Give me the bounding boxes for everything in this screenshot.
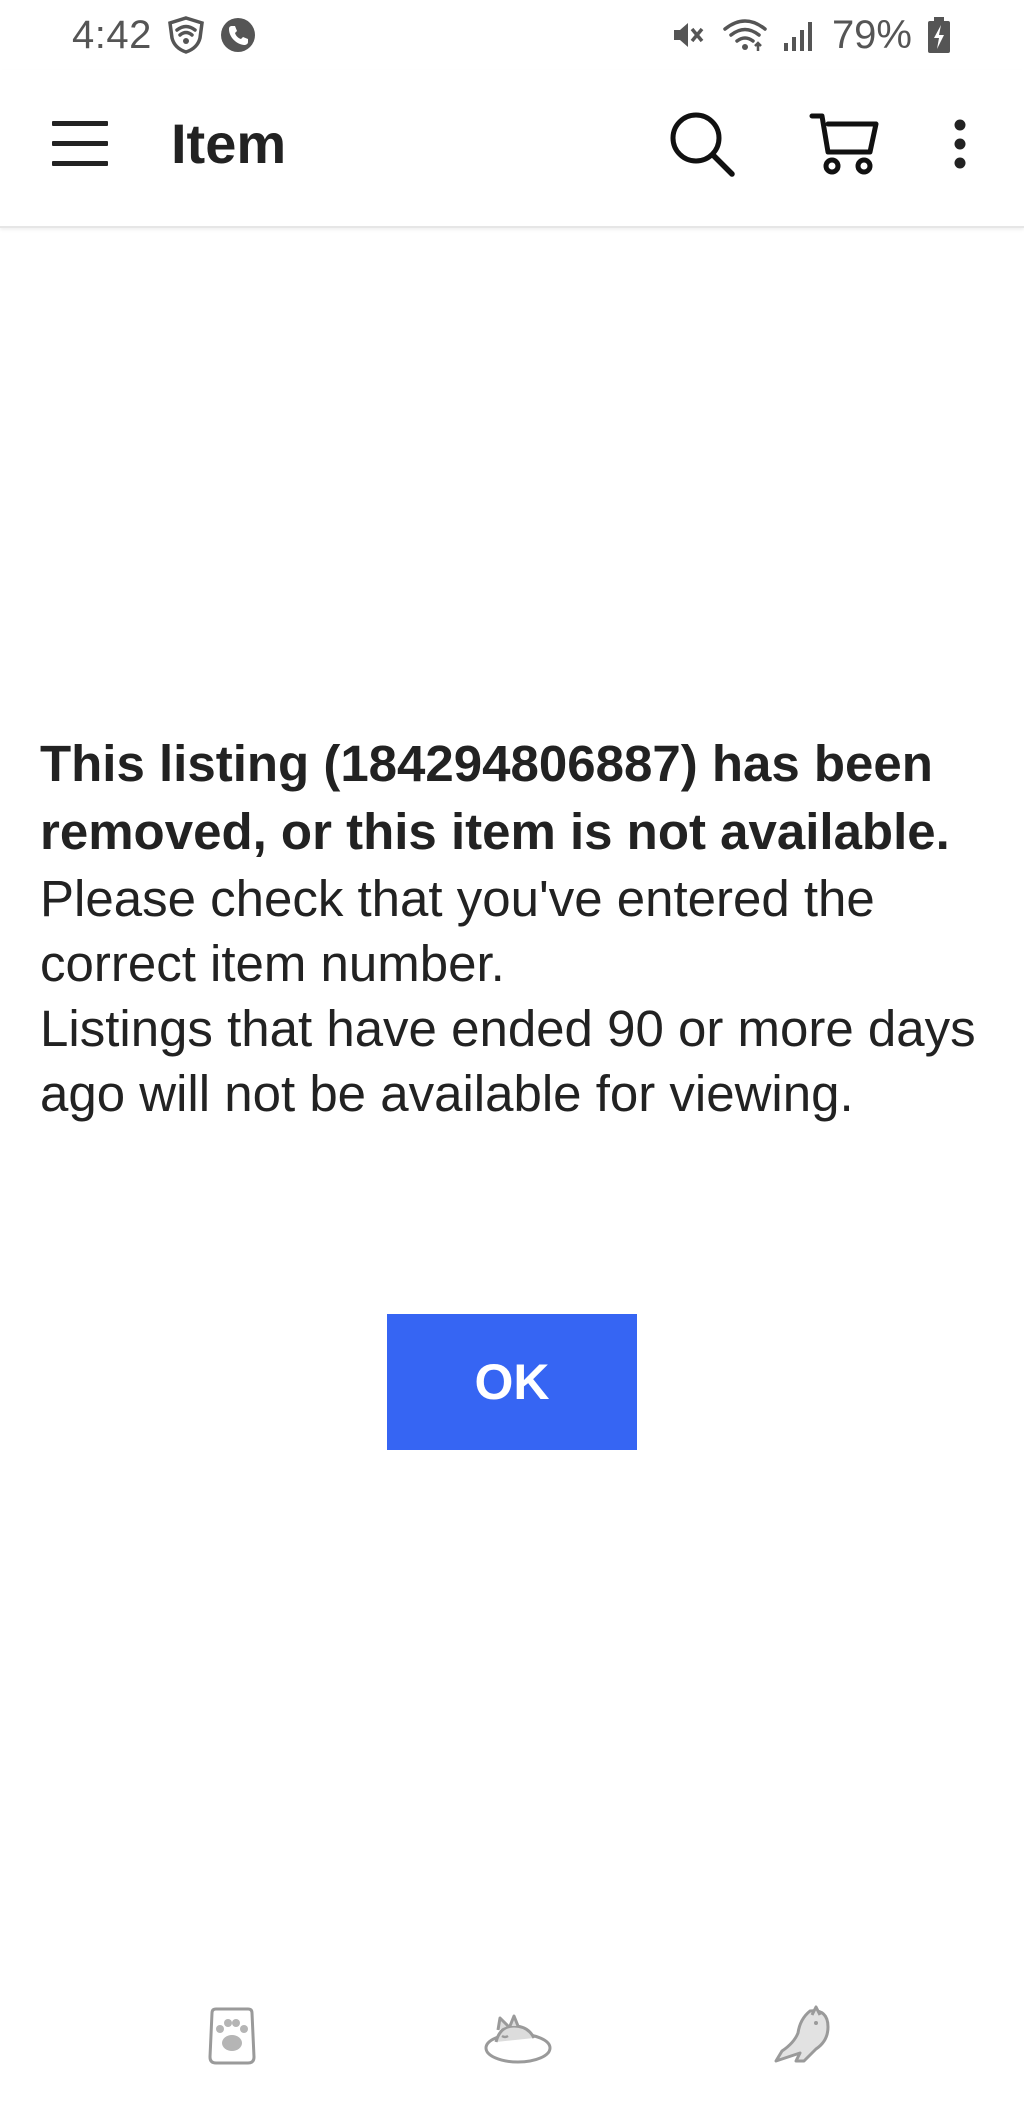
hamburger-menu-icon bbox=[52, 121, 108, 166]
sleeping-cat-icon-button[interactable] bbox=[480, 1998, 556, 2074]
app-bar: Item bbox=[0, 70, 1024, 228]
paw-icon bbox=[208, 2007, 256, 2065]
status-bar: 4:42 79% bbox=[0, 0, 1024, 70]
page-title: Item bbox=[171, 112, 287, 175]
battery-charging-icon bbox=[926, 16, 952, 54]
sleeping-cat-icon bbox=[484, 2014, 552, 2064]
paw-icon-button[interactable] bbox=[194, 1998, 270, 2074]
error-message: This listing (184294806887) has been rem… bbox=[40, 730, 990, 1126]
mute-icon bbox=[670, 17, 708, 53]
status-right: 79% bbox=[670, 13, 952, 58]
ok-button[interactable]: OK bbox=[387, 1314, 637, 1450]
stretching-cat-icon-button[interactable] bbox=[764, 1998, 840, 2074]
wifi-icon bbox=[722, 17, 768, 53]
signal-icon bbox=[782, 17, 818, 53]
status-left: 4:42 bbox=[72, 13, 256, 58]
error-line-2: Listings that have ended 90 or more days… bbox=[40, 1000, 976, 1122]
menu-button[interactable] bbox=[44, 108, 116, 180]
more-vertical-icon bbox=[954, 119, 966, 169]
stretching-cat-icon bbox=[774, 2005, 830, 2063]
phone-call-icon bbox=[220, 17, 256, 53]
error-line-1: Please check that you've entered the cor… bbox=[40, 870, 875, 992]
shopping-cart-icon bbox=[809, 113, 879, 175]
error-title: This listing (184294806887) has been rem… bbox=[40, 735, 950, 860]
shield-wifi-icon bbox=[166, 16, 206, 54]
cart-button[interactable] bbox=[804, 104, 884, 184]
battery-percent: 79% bbox=[831, 12, 912, 57]
search-button[interactable] bbox=[664, 106, 740, 182]
search-icon bbox=[670, 112, 735, 177]
status-time: 4:42 bbox=[72, 12, 152, 57]
more-options-button[interactable] bbox=[940, 108, 980, 180]
